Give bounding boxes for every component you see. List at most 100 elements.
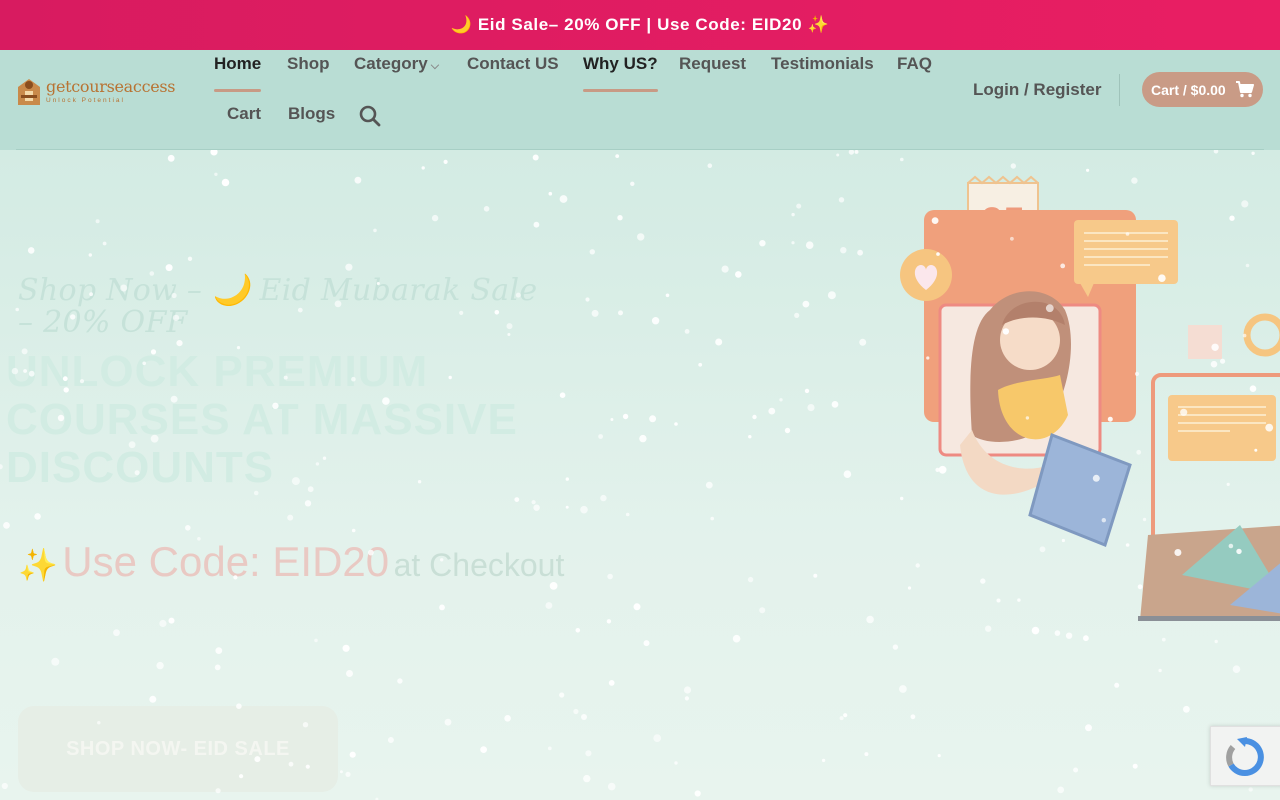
snowflake [804, 388, 810, 394]
snowflake [794, 312, 800, 318]
nav-label-faq: FAQ [897, 54, 932, 73]
snowflake [349, 751, 356, 758]
snowflake [607, 573, 613, 580]
snowflake [533, 221, 540, 228]
snowflake [653, 734, 662, 742]
nav-item-shop[interactable]: Shop [287, 54, 330, 74]
snowflake [1073, 767, 1079, 773]
nav-label-home: Home [214, 54, 262, 73]
snowflake [443, 159, 448, 164]
snowflake [606, 619, 612, 624]
recaptcha-badge[interactable] [1210, 726, 1280, 786]
snowflake [854, 150, 859, 154]
snowflake [339, 770, 343, 774]
snowflake [838, 197, 845, 203]
snowflake [1248, 787, 1253, 792]
snowflake [633, 603, 641, 611]
snowflake [665, 293, 670, 298]
snowflake [900, 157, 904, 162]
active-underline [214, 89, 261, 92]
recaptcha-icon [1226, 737, 1264, 776]
snowflake [807, 404, 815, 412]
nav-item-why-us[interactable]: Why US? [583, 54, 658, 92]
promo-text: 🌙 Eid Sale– 20% OFF | Use Code: EID20 ✨ [450, 15, 830, 34]
snowflake [831, 401, 839, 408]
snowflake [759, 607, 766, 614]
snowflake [600, 494, 607, 502]
snowflake [684, 696, 690, 701]
snowflake [287, 514, 294, 521]
snowflake [354, 176, 362, 184]
site-logo[interactable]: getcourseaccess Unlock Potential [16, 70, 186, 110]
active-underline [583, 89, 658, 92]
nav-item-testimonials[interactable]: Testimonials [771, 54, 874, 74]
snowflake [514, 497, 520, 502]
snowflake [1161, 637, 1166, 642]
snowflake [910, 714, 916, 720]
snowflake [899, 685, 907, 693]
snowflake [643, 640, 650, 647]
snowflake [694, 790, 701, 797]
main-navigation: Home Shop Category ⌵ Contact US Why US? R… [200, 50, 950, 150]
snowflake [1, 782, 8, 790]
snowflake [167, 154, 175, 162]
snowflake [821, 758, 826, 763]
snowflake [95, 219, 100, 224]
snowflake [532, 154, 539, 161]
cart-button[interactable]: Cart / $0.00 [1142, 72, 1263, 107]
snowflake [791, 241, 795, 245]
snowflake [387, 737, 394, 743]
snowflake [1114, 682, 1120, 688]
snowflake [1183, 705, 1190, 713]
snowflake [707, 163, 713, 168]
snowflake [805, 241, 814, 249]
snowflake [585, 750, 592, 757]
snowflake [533, 504, 540, 511]
snowflake [639, 434, 647, 443]
snowflake [504, 715, 511, 722]
snowflake [210, 150, 218, 156]
snowflake [559, 392, 566, 398]
snowflake [51, 657, 60, 666]
nav-item-faq[interactable]: FAQ [897, 54, 932, 74]
snowflake [1083, 635, 1089, 642]
snowflake [113, 629, 120, 637]
snowflake [573, 708, 579, 715]
cart-icon [1236, 81, 1254, 98]
nav-item-category[interactable]: Category ⌵ [354, 54, 439, 74]
nav-item-cart[interactable]: Cart [227, 104, 261, 124]
snowflake [608, 680, 615, 686]
nav-label-why-us: Why US? [583, 54, 658, 73]
snowflake [752, 414, 757, 420]
nav-item-request[interactable]: Request [679, 54, 746, 74]
snowflake [735, 271, 742, 278]
snowflake [779, 398, 783, 402]
hero-illustration: 25 [890, 175, 1280, 635]
snowflake [559, 692, 565, 698]
snowflake [559, 195, 568, 203]
snowflake [591, 309, 599, 317]
snowflake [625, 512, 630, 517]
sparkle-icon: ✨ [18, 547, 58, 583]
snowflake [581, 714, 587, 720]
snowflake [314, 638, 318, 643]
snowflake [34, 513, 41, 520]
nav-item-home[interactable]: Home [214, 54, 262, 92]
shop-now-button[interactable]: SHOP NOW- EID SALE [18, 706, 338, 792]
nav-item-contact[interactable]: Contact US [467, 54, 559, 74]
snowflake [768, 407, 776, 415]
snowflake [857, 249, 863, 256]
snowflake [176, 340, 183, 347]
login-register-link[interactable]: Login / Register [973, 80, 1101, 100]
search-icon[interactable] [358, 104, 382, 128]
snowflake [843, 713, 848, 718]
snowflake [864, 752, 869, 757]
snowflake [27, 247, 35, 254]
logo-tagline: Unlock Potential [46, 96, 125, 104]
hero-coupon-suffix: at Checkout [393, 547, 565, 583]
snowflake [607, 782, 616, 791]
snowflake [683, 686, 692, 694]
nav-item-blogs[interactable]: Blogs [288, 104, 335, 124]
hero-section: 25 [0, 150, 1280, 800]
snowflake [827, 291, 836, 300]
